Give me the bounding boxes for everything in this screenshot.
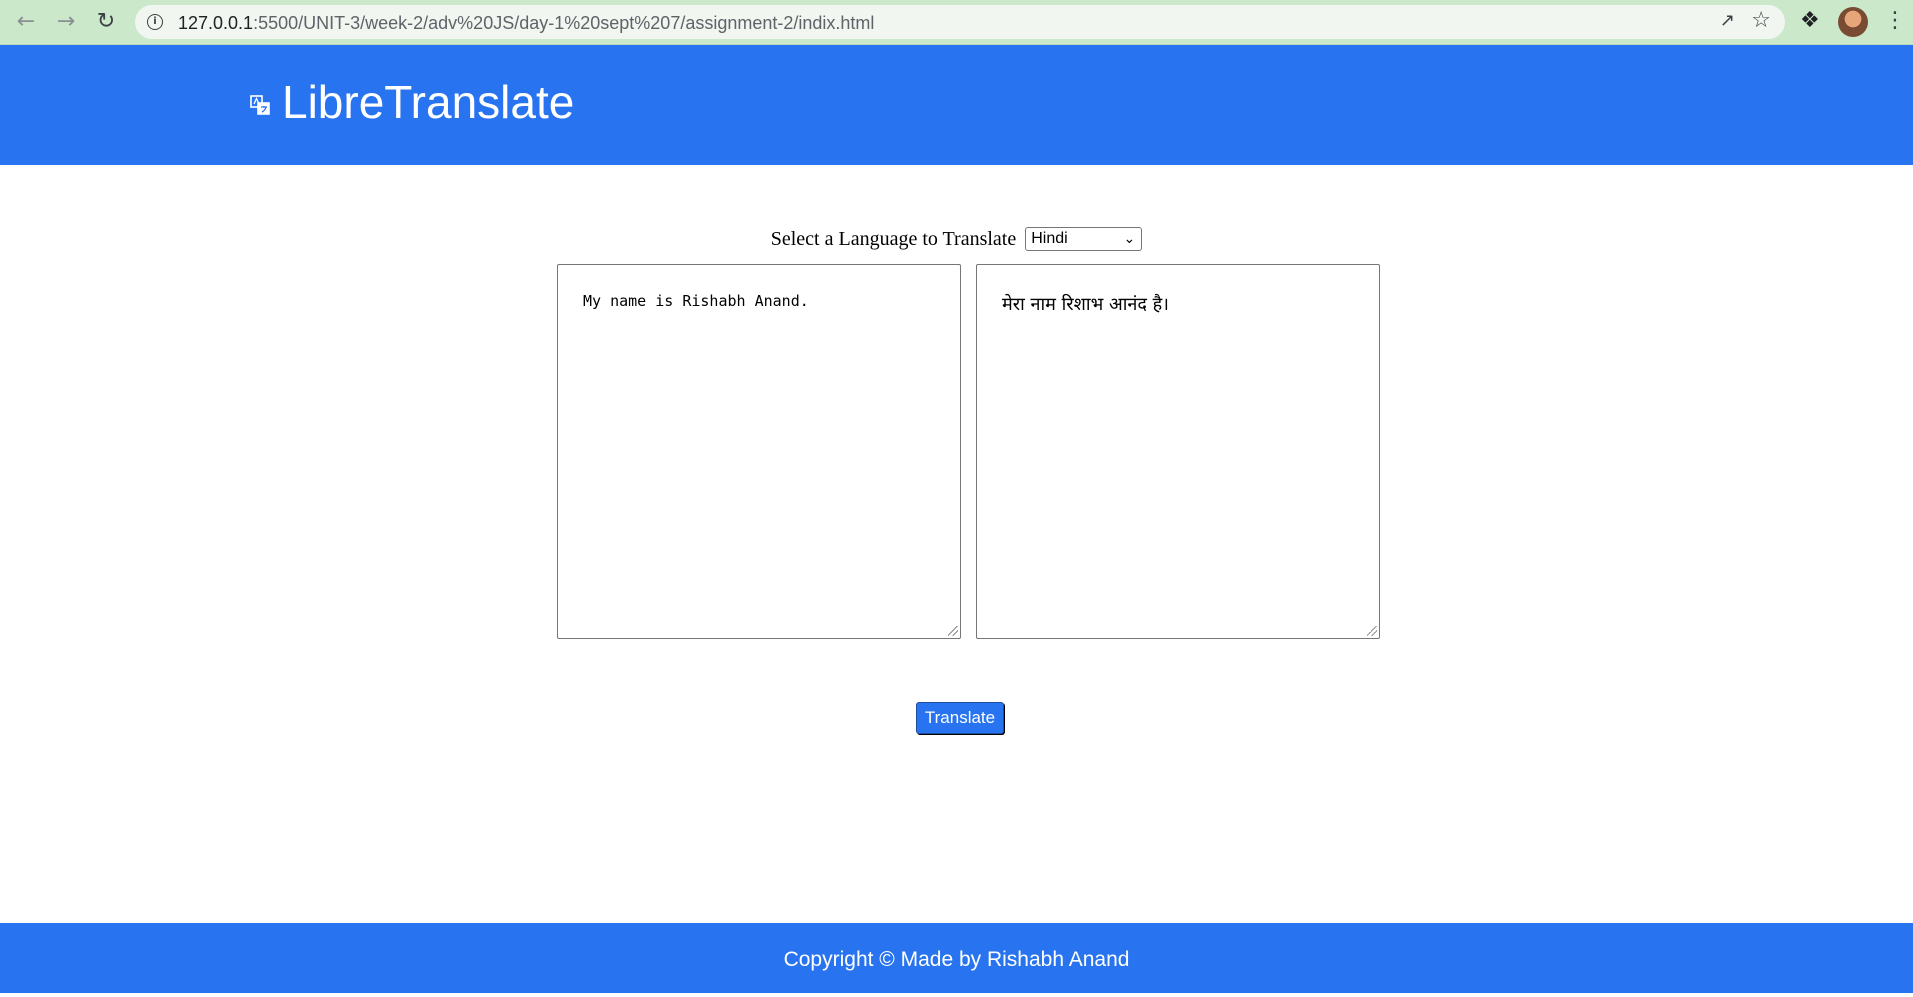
- back-arrow-icon[interactable]: ←: [12, 8, 40, 36]
- brand-title[interactable]: LibreTranslate: [282, 79, 574, 125]
- profile-avatar[interactable]: [1838, 7, 1868, 37]
- site-info-icon[interactable]: i: [147, 14, 163, 30]
- translate-icon: [250, 95, 270, 115]
- translate-button[interactable]: Translate: [916, 702, 1004, 734]
- browser-toolbar: ← → ↻ i 127.0.0.1:5500/UNIT-3/week-2/adv…: [0, 0, 1913, 45]
- site-header: LibreTranslate: [0, 45, 1913, 165]
- resize-handle-icon[interactable]: [1367, 626, 1377, 636]
- language-label: Select a Language to Translate: [770, 227, 1017, 250]
- translation-textarea[interactable]: मेरा नाम रिशाभ आनंद है।: [976, 264, 1380, 639]
- url-text[interactable]: 127.0.0.1:5500/UNIT-3/week-2/adv%20JS/da…: [178, 13, 874, 34]
- bookmark-star-icon[interactable]: ☆: [1751, 8, 1771, 33]
- forward-arrow-icon[interactable]: →: [52, 8, 80, 36]
- address-bar[interactable]: i 127.0.0.1:5500/UNIT-3/week-2/adv%20JS/…: [135, 5, 1785, 39]
- url-host: 127.0.0.1: [178, 13, 254, 33]
- share-icon[interactable]: ↗: [1720, 10, 1735, 31]
- translated-text: मेरा नाम रिशाभ आनंद है।: [1002, 294, 1169, 315]
- source-textarea[interactable]: My name is Rishabh Anand.: [557, 264, 961, 639]
- chevron-down-icon: ⌄: [1123, 231, 1136, 248]
- extensions-puzzle-icon[interactable]: ❖: [1800, 8, 1820, 33]
- site-footer: Copyright © Made by Rishabh Anand: [0, 923, 1913, 993]
- url-path: :5500/UNIT-3/week-2/adv%20JS/day-1%20sep…: [253, 13, 875, 33]
- language-select[interactable]: Hindi ⌄: [1025, 227, 1143, 252]
- language-row: Select a Language to Translate Hindi ⌄: [0, 227, 1913, 252]
- footer-text: Copyright © Made by Rishabh Anand: [783, 948, 1130, 971]
- more-menu-icon[interactable]: ⋮: [1884, 8, 1906, 33]
- reload-icon[interactable]: ↻: [92, 8, 120, 36]
- source-text: My name is Rishabh Anand.: [583, 292, 809, 310]
- resize-handle-icon[interactable]: [948, 626, 958, 636]
- language-selected-value: Hindi: [1031, 230, 1068, 248]
